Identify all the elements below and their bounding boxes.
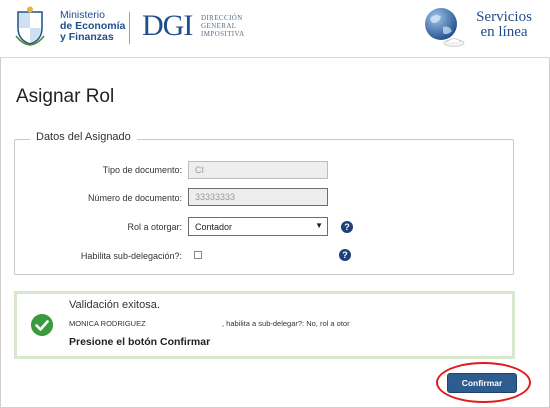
doc-type-label: Tipo de documento:: [102, 165, 182, 175]
dgi-subtitle: DIRECCIÓN GENERAL IMPOSITIVA: [201, 14, 245, 38]
subdelegation-label: Habilita sub-delegación?:: [80, 251, 182, 261]
page-title: Asignar Rol: [16, 86, 115, 107]
globe-icon: [425, 8, 465, 47]
role-label: Rol a otorgar:: [127, 222, 182, 232]
dgi-logo: DGI: [142, 9, 193, 42]
validation-instruction: Presione el botón Confirmar: [69, 336, 211, 348]
validation-title: Validación exitosa.: [69, 299, 160, 311]
doc-type-field: CI: [188, 161, 328, 179]
subdelegation-checkbox[interactable]: [194, 251, 202, 259]
highlight-ring: [436, 362, 531, 403]
shield-icon: [15, 6, 45, 46]
dropdown-arrow-icon: ▼: [315, 221, 323, 230]
validation-detail: , habilita a sub-delegar?: No, rol a oto…: [222, 319, 350, 328]
role-help-icon[interactable]: ?: [341, 221, 353, 233]
services-online-logo: Servicios en línea: [476, 9, 532, 40]
doc-number-label: Número de documento:: [87, 193, 182, 203]
doc-number-field: 33333333: [188, 188, 328, 206]
check-circle-icon: [31, 314, 53, 336]
role-select-value: Contador: [195, 222, 233, 232]
validation-assignee-name: MONICA RODRIGUEZ: [69, 319, 146, 328]
fieldset-legend: Datos del Asignado: [30, 131, 137, 143]
role-select[interactable]: Contador ▼: [188, 217, 328, 236]
site-header: Ministerio de Economía y Finanzas DGI DI…: [0, 0, 550, 58]
ministry-name: Ministerio de Economía y Finanzas: [60, 9, 126, 43]
subdelegation-help-icon[interactable]: ?: [339, 249, 351, 261]
logo-divider: [129, 12, 130, 44]
